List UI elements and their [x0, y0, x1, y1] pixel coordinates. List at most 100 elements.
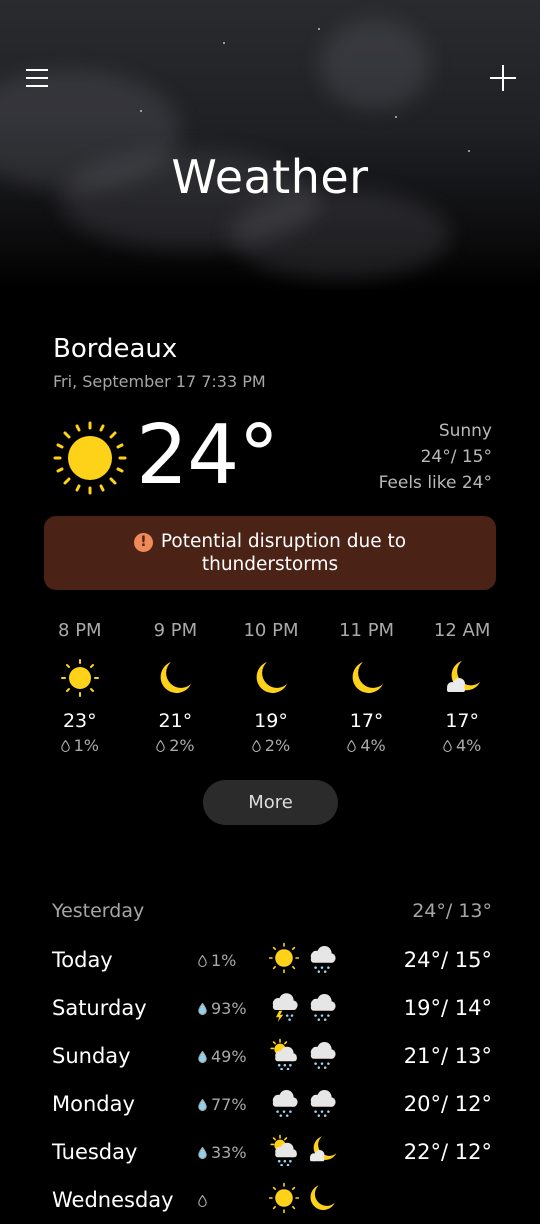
day-name: Wednesday	[52, 1188, 174, 1212]
droplet-icon	[198, 1047, 211, 1066]
sun-icon	[268, 1182, 300, 1218]
day-icons	[268, 990, 354, 1026]
day-precip-value: 33%	[211, 1142, 247, 1162]
day-precip-value: 93%	[211, 998, 247, 1018]
hour-temp: 17°	[445, 710, 480, 732]
droplet-icon	[252, 736, 265, 755]
day-precip	[198, 1191, 268, 1210]
day-row[interactable]: Monday 77% 20°/ 12°	[52, 1080, 492, 1128]
condition-text: Sunny	[438, 421, 492, 441]
hour-precip-value: 4%	[360, 736, 386, 755]
rain-cloud-icon	[306, 942, 338, 978]
hour-precip-value: 4%	[455, 736, 482, 755]
more-button[interactable]: More	[203, 780, 338, 825]
hour-column: 12 AM 17° 4%	[414, 620, 510, 755]
hour-column: 8 PM 23° 1%	[32, 620, 128, 755]
droplet-icon	[198, 951, 211, 970]
day-temps: 24°/ 15°	[403, 948, 492, 972]
hour-temp: 21°	[158, 710, 193, 732]
day-name: Monday	[52, 1092, 135, 1116]
alert-text-line1: Potential disruption due to	[160, 531, 407, 552]
day-name: Sunday	[52, 1044, 131, 1068]
moon-icon	[306, 1182, 338, 1218]
current-summary: Sunny 24°/ 15° Feels like 24°	[379, 418, 492, 496]
hour-precip: 4%	[414, 736, 510, 755]
hour-temp: 17°	[349, 710, 384, 732]
hour-column: 10 PM 19° 2%	[223, 620, 319, 755]
yesterday-label: Yesterday	[52, 900, 145, 922]
day-icons	[268, 1038, 354, 1074]
date-time: Fri, September 17 7:33 PM	[53, 372, 266, 391]
current-temperature: 24°	[136, 408, 279, 503]
hour-time: 9 PM	[153, 620, 198, 641]
plus-icon	[490, 65, 516, 91]
hour-time: 11 PM	[339, 620, 395, 641]
day-name: Saturday	[52, 996, 147, 1020]
moon-cloud-icon	[414, 652, 510, 704]
rain-cloud-icon	[306, 1038, 338, 1074]
add-location-button[interactable]	[483, 58, 523, 98]
day-temps: 20°/ 12°	[403, 1092, 492, 1116]
city-name: Bordeaux	[53, 334, 178, 364]
hour-time: 8 PM	[58, 620, 102, 641]
day-temps: 21°/ 13°	[403, 1044, 492, 1068]
day-temps: 22°/ 12°	[403, 1140, 492, 1164]
feels-like-text: Feels like 24°	[378, 473, 492, 493]
sun-icon	[268, 942, 300, 978]
day-icons	[268, 942, 354, 978]
day-icons	[268, 1086, 354, 1122]
day-precip: 93%	[198, 999, 268, 1018]
menu-icon	[26, 69, 48, 87]
droplet-icon	[156, 736, 169, 755]
weather-alert-banner[interactable]: ! Potential disruption due to thunderstor…	[44, 516, 496, 590]
daily-forecast[interactable]: Yesterday 24°/ 13° Today 1% 24°/ 15° Saturd…	[52, 900, 492, 1224]
sun-icon	[32, 652, 128, 704]
sun-icon	[52, 420, 128, 500]
droplet-icon	[60, 736, 74, 755]
hour-precip-value: 1%	[73, 736, 99, 755]
hour-precip-value: 2%	[264, 736, 291, 755]
alert-text-line2: thunderstorms	[201, 554, 339, 575]
page-title: Weather	[171, 150, 369, 204]
day-row[interactable]: Sunday 49% 21°/ 13°	[52, 1032, 492, 1080]
hour-time: 12 AM	[433, 620, 491, 641]
day-precip-value: 49%	[211, 1046, 247, 1066]
hour-temp: 23°	[62, 710, 97, 732]
rain-cloud-icon	[268, 1086, 300, 1122]
day-precip-value: 77%	[211, 1094, 247, 1114]
hour-precip: 1%	[32, 736, 128, 755]
menu-button[interactable]	[17, 58, 57, 98]
droplet-icon	[443, 736, 456, 755]
day-row[interactable]: Saturday 93% 19°/ 14°	[52, 984, 492, 1032]
yesterday-row: Yesterday 24°/ 13°	[52, 900, 492, 936]
sun-rain-icon	[268, 1134, 300, 1170]
high-low-text: 24°/ 15°	[420, 447, 492, 467]
yesterday-temps: 24°/ 13°	[412, 900, 492, 922]
day-row[interactable]: Wednesday	[52, 1176, 492, 1224]
rain-cloud-icon	[306, 990, 338, 1026]
droplet-icon	[198, 1143, 211, 1162]
moon-icon	[319, 652, 415, 704]
moon-icon	[128, 652, 224, 704]
day-row[interactable]: Tuesday 33% 22°/ 12°	[52, 1128, 492, 1176]
hour-precip: 4%	[319, 736, 415, 755]
day-precip: 49%	[198, 1047, 268, 1066]
warning-icon: !	[133, 533, 153, 552]
hour-precip: 2%	[223, 736, 319, 755]
day-row[interactable]: Today 1% 24°/ 15°	[52, 936, 492, 984]
moon-icon	[223, 652, 319, 704]
day-icons	[268, 1182, 354, 1218]
hourly-forecast[interactable]: 8 PM 23° 1% 9 PM 21° 2% 10 PM 19° 2% 11 PM 17° 4% 12…	[32, 620, 510, 755]
hour-column: 11 PM 17° 4%	[319, 620, 415, 755]
droplet-icon	[198, 1095, 211, 1114]
day-precip: 1%	[198, 951, 268, 970]
hour-column: 9 PM 21° 2%	[128, 620, 224, 755]
day-precip: 33%	[198, 1143, 268, 1162]
day-temps: 19°/ 14°	[403, 996, 492, 1020]
droplet-icon	[198, 999, 211, 1018]
droplet-icon	[347, 736, 360, 755]
day-precip: 77%	[198, 1095, 268, 1114]
sun-rain-icon	[268, 1038, 300, 1074]
hour-time: 10 PM	[243, 620, 299, 641]
hour-precip: 2%	[128, 736, 224, 755]
